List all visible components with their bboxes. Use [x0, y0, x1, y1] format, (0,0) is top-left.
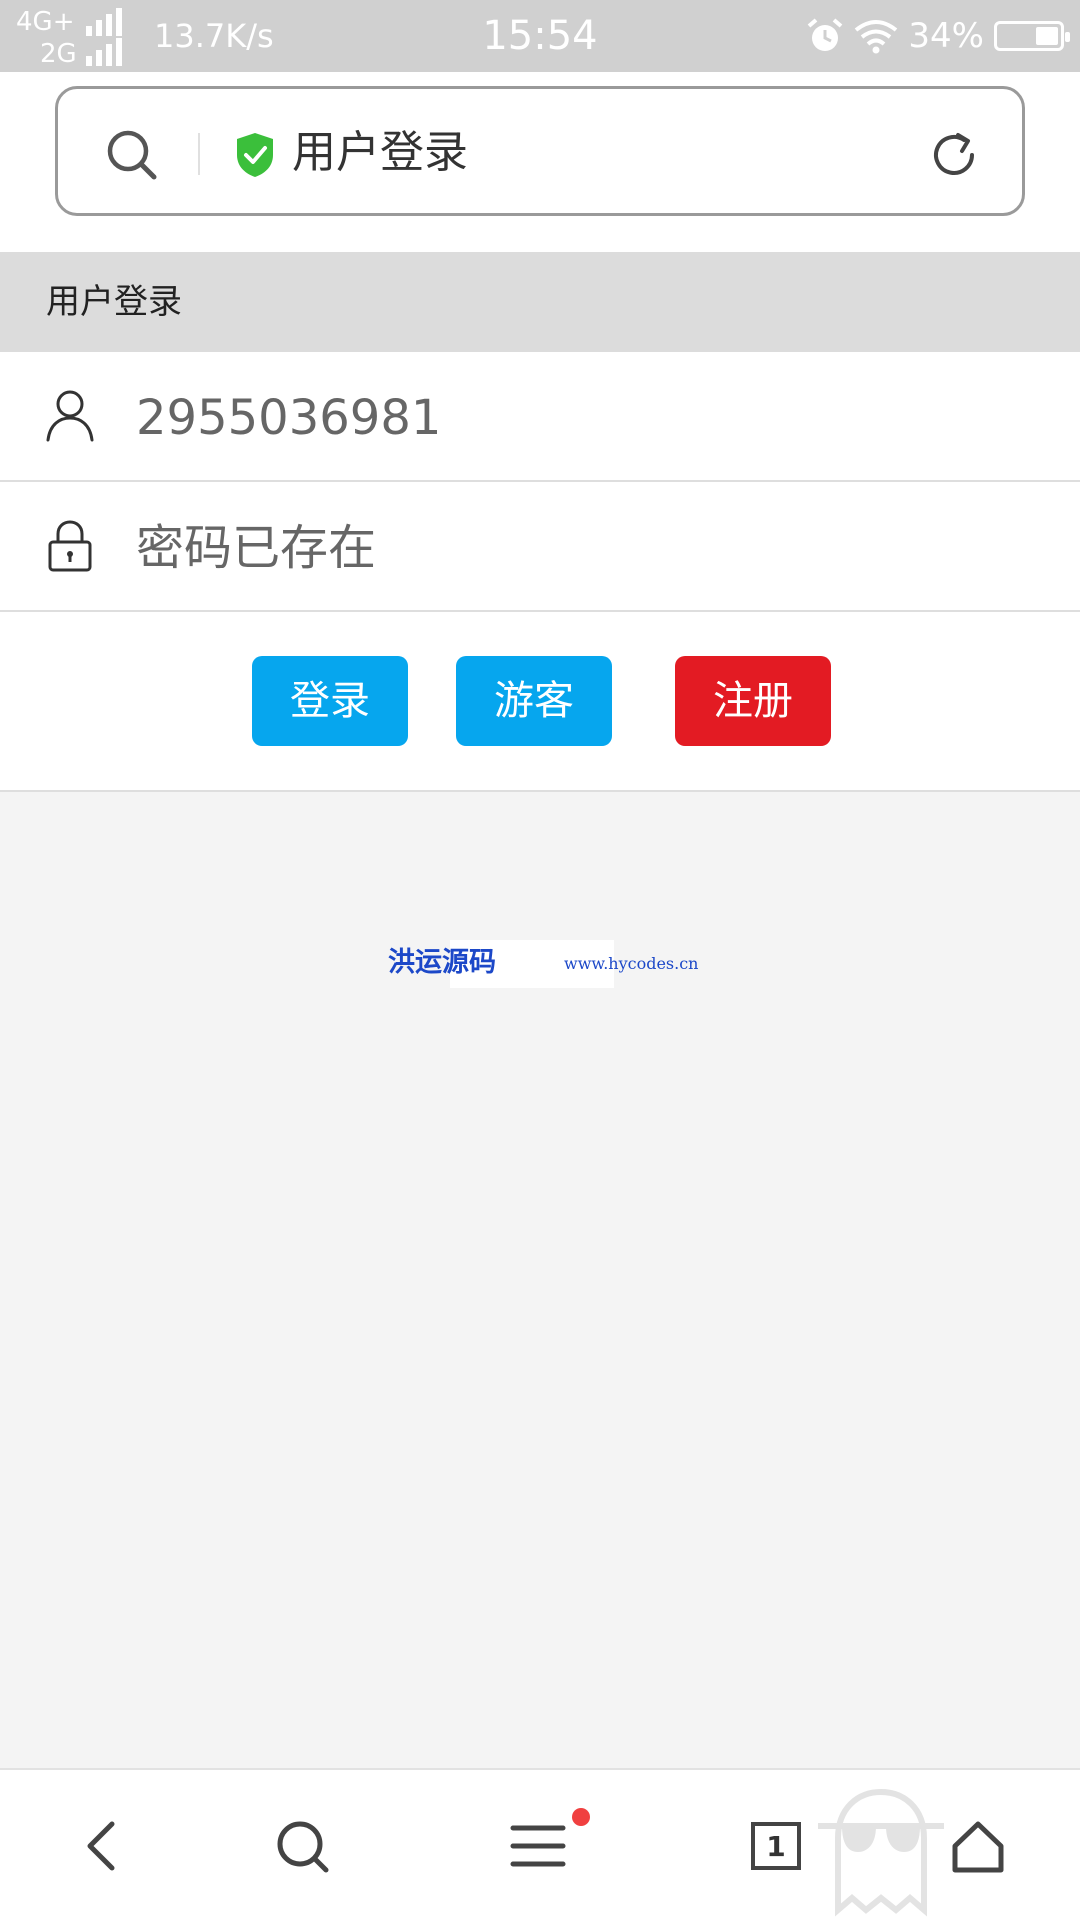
- home-icon: [952, 1821, 1004, 1873]
- register-button[interactable]: 注册: [675, 656, 831, 746]
- bottom-navigation: 1: [0, 1768, 1080, 1920]
- search-button[interactable]: [242, 1770, 362, 1920]
- lock-icon: [48, 520, 92, 572]
- menu-button[interactable]: [478, 1770, 598, 1920]
- status-bar: 4G+ 2G 13.7K/s 15:54 34%: [0, 0, 1080, 72]
- username-row[interactable]: 2955036981: [0, 352, 1080, 482]
- divider: [198, 133, 200, 175]
- browser-toolbar: 用户登录: [0, 72, 1080, 252]
- search-icon[interactable]: [104, 127, 160, 183]
- login-form: 2955036981 密码已存在 登录 游客 注册: [0, 352, 1080, 792]
- menu-icon: [510, 1825, 566, 1867]
- tabs-icon: 1: [751, 1822, 801, 1870]
- username-input[interactable]: 2955036981: [136, 390, 441, 446]
- watermark: 洪运源码 www.hycodes.cn: [388, 940, 718, 990]
- back-button[interactable]: [42, 1770, 162, 1920]
- battery-percent: 34%: [908, 16, 984, 56]
- action-buttons: 登录 游客 注册: [0, 612, 1080, 792]
- battery-icon: [994, 21, 1070, 51]
- notification-dot: [572, 1808, 590, 1826]
- password-row[interactable]: 密码已存在: [0, 482, 1080, 612]
- login-button[interactable]: 登录: [252, 656, 408, 746]
- watermark-url: www.hycodes.cn: [564, 954, 699, 973]
- back-icon: [87, 1821, 115, 1871]
- password-input[interactable]: 密码已存在: [136, 520, 376, 576]
- page-title: 用户登录: [292, 127, 468, 178]
- section-header: 用户登录: [0, 252, 1080, 352]
- address-bar[interactable]: 用户登录: [55, 86, 1025, 216]
- secure-shield-icon: [237, 133, 273, 177]
- search-icon: [277, 1821, 329, 1873]
- alarm-icon: [808, 18, 843, 51]
- home-button[interactable]: [918, 1770, 1038, 1920]
- wifi-icon: [855, 20, 898, 54]
- section-title: 用户登录: [46, 282, 182, 322]
- tab-count: 1: [766, 1829, 786, 1863]
- refresh-icon[interactable]: [926, 127, 982, 183]
- status-right: 34%: [806, 14, 1070, 58]
- guest-button[interactable]: 游客: [456, 656, 612, 746]
- user-icon: [46, 390, 94, 442]
- watermark-brand: 洪运源码: [388, 947, 496, 978]
